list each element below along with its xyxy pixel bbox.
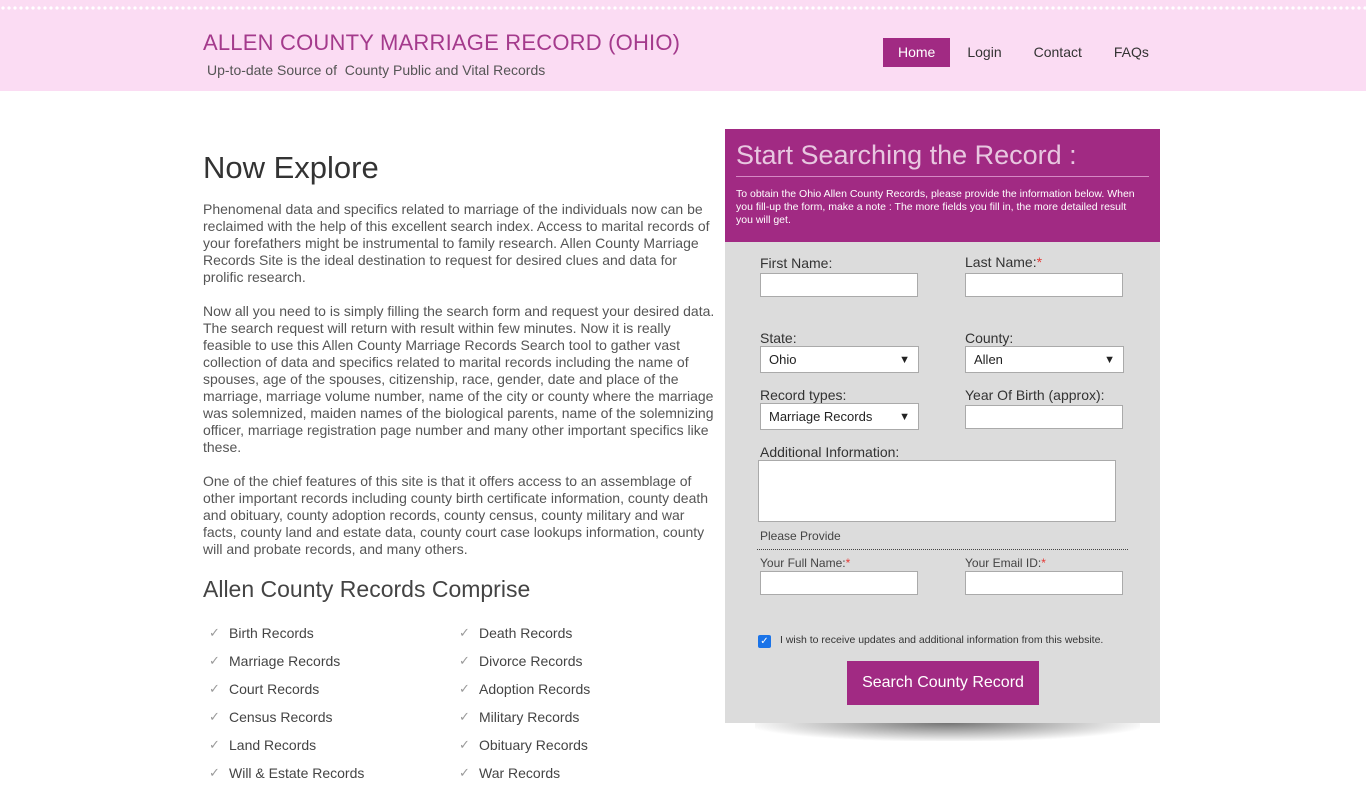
checkmark-icon: ✓ (459, 653, 470, 668)
list-item: ✓ Adoption Records (459, 681, 591, 697)
last-name-label: Last Name:* (965, 254, 1043, 270)
main-nav: Home Login Contact FAQs (883, 38, 1164, 67)
nav-faqs[interactable]: FAQs (1099, 38, 1164, 67)
checkmark-icon: ✓ (459, 681, 470, 696)
please-provide-label: Please Provide (760, 529, 841, 543)
last-name-input[interactable] (965, 273, 1123, 297)
dotted-divider (757, 549, 1128, 550)
year-of-birth-label: Year Of Birth (approx): (965, 387, 1105, 403)
list-item: ✓ Court Records (209, 681, 320, 697)
updates-checkbox-label: I wish to receive updates and additional… (780, 634, 1104, 646)
additional-info-label: Additional Information: (760, 444, 900, 460)
state-select[interactable]: Ohio ▼ (760, 346, 919, 373)
list-item: ✓ Birth Records (209, 625, 314, 641)
full-name-input[interactable] (760, 571, 918, 595)
chevron-down-icon: ▼ (899, 410, 910, 423)
record-types-label: Record types: (760, 387, 847, 403)
checkmark-icon: ✓ (459, 709, 470, 724)
list-item: ✓ Marriage Records (209, 653, 341, 669)
chevron-down-icon: ▼ (899, 353, 910, 366)
first-name-label: First Name: (760, 255, 833, 271)
county-label: County: (965, 330, 1014, 346)
state-label: State: (760, 330, 797, 346)
additional-info-textarea[interactable] (758, 460, 1116, 522)
search-county-record-button[interactable]: Search County Record (847, 661, 1039, 705)
list-item: ✓ Will & Estate Records (209, 765, 365, 781)
full-name-label: Your Full Name:* (760, 556, 851, 570)
records-heading: Allen County Records Comprise (203, 576, 531, 602)
search-panel-intro: To obtain the Ohio Allen County Records,… (736, 188, 1135, 226)
site-subtitle: Up-to-date Source of County Public and V… (207, 62, 546, 78)
checkmark-icon: ✓ (459, 625, 470, 640)
records-list-right: ✓ Death Records ✓ Divorce Records ✓ Adoptio… (453, 619, 693, 787)
email-label: Your Email ID:* (965, 556, 1046, 570)
year-of-birth-input[interactable] (965, 405, 1123, 429)
checkmark-icon: ✓ (209, 765, 220, 780)
checkmark-icon: ✓ (459, 765, 470, 780)
header-scallop-bottom (0, 88, 1366, 94)
panel-divider (736, 176, 1149, 177)
features-paragraph: One of the chief features of this site i… (203, 473, 709, 557)
list-item: ✓ War Records (459, 765, 561, 781)
checkmark-icon: ✓ (209, 653, 220, 668)
search-paragraph: Now all you need to is simply filling th… (203, 303, 715, 455)
nav-login[interactable]: Login (952, 38, 1016, 67)
nav-home[interactable]: Home (883, 38, 951, 67)
list-item: ✓ Military Records (459, 709, 580, 725)
checkmark-icon: ✓ (209, 709, 220, 724)
record-types-select[interactable]: Marriage Records ▼ (760, 403, 919, 430)
checkmark-icon: ✓ (209, 681, 220, 696)
search-panel-header: Start Searching the Record : To obtain t… (725, 129, 1160, 242)
checkmark-icon: ✓ (459, 737, 470, 752)
panel-shadow (755, 723, 1140, 741)
checkmark-icon: ✓ (209, 737, 220, 752)
records-list-left: ✓ Birth Records ✓ Marriage Records ✓ Court … (203, 619, 443, 787)
county-select[interactable]: Allen ▼ (965, 346, 1124, 373)
first-name-input[interactable] (760, 273, 918, 297)
updates-checkbox[interactable]: ✓ (758, 635, 771, 648)
chevron-down-icon: ▼ (1104, 353, 1115, 366)
list-item: ✓ Divorce Records (459, 653, 583, 669)
site-title[interactable]: ALLEN COUNTY MARRIAGE RECORD (OHIO) (203, 30, 680, 56)
list-item: ✓ Death Records (459, 625, 573, 641)
nav-contact[interactable]: Contact (1019, 38, 1097, 67)
site-header: ALLEN COUNTY MARRIAGE RECORD (OHIO) Up-t… (0, 0, 1366, 91)
email-input[interactable] (965, 571, 1123, 595)
checkmark-icon: ✓ (209, 625, 220, 640)
list-item: ✓ Land Records (209, 737, 317, 753)
list-item: ✓ Census Records (209, 709, 333, 725)
header-scallop-top (0, 6, 1366, 10)
search-panel-title: Start Searching the Record : (736, 140, 1077, 170)
intro-paragraph: Phenomenal data and specifics related to… (203, 201, 710, 285)
list-item: ✓ Obituary Records (459, 737, 588, 753)
page-heading: Now Explore (203, 150, 379, 185)
